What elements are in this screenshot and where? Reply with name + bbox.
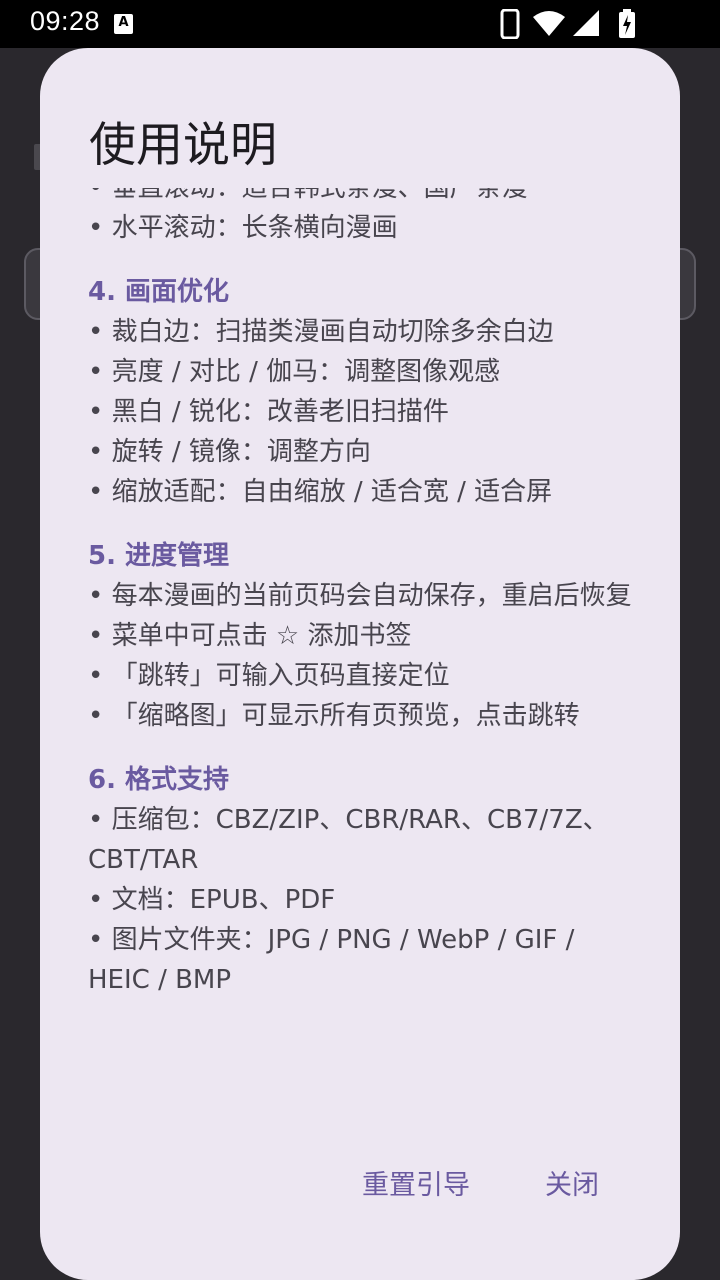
list-item: • 图片文件夹：JPG / PNG / WebP / GIF / HEIC / …	[88, 925, 575, 995]
list-item: • 「跳转」可输入页码直接定位	[88, 661, 450, 691]
list-item: • 旋转 / 镜像：调整方向	[88, 437, 371, 467]
list-item: • 缩放适配：自由缩放 / 适合宽 / 适合屏	[88, 477, 553, 507]
list-item: • 菜单中可点击 ☆ 添加书签	[88, 621, 412, 651]
wifi-icon	[533, 11, 565, 36]
section-heading: 5. 进度管理	[88, 541, 230, 571]
list-item: • 每本漫画的当前页码会自动保存，重启后恢复	[88, 581, 632, 611]
section-image-optimization: 4. 画面优化 • 裁白边：扫描类漫画自动切除多余白边 • 亮度 / 对比 / …	[88, 272, 638, 512]
partial-line: • 垂直滚动：适合韩式条漫、国产条漫	[88, 188, 528, 203]
reset-guide-button[interactable]: 重置引导	[362, 1158, 470, 1214]
list-item: • 文档：EPUB、PDF	[88, 885, 336, 915]
help-dialog: 使用说明 • 垂直滚动：适合韩式条漫、国产条漫 • 水平滚动：长条横向漫画 4.…	[40, 48, 680, 1280]
section-heading: 4. 画面优化	[88, 277, 230, 307]
list-item: • 黑白 / 锐化：改善老旧扫描件	[88, 397, 449, 427]
list-item: • 裁白边：扫描类漫画自动切除多余白边	[88, 317, 554, 347]
dialog-title: 使用说明	[89, 118, 277, 173]
notification-a-icon: A	[114, 14, 133, 34]
list-item: • 亮度 / 对比 / 伽马：调整图像观感	[88, 357, 501, 387]
list-item: • 「缩略图」可显示所有页预览，点击跳转	[88, 701, 580, 731]
status-bar: 09:28 A	[0, 0, 720, 48]
signal-icon	[573, 10, 599, 36]
list-item: • 压缩包：CBZ/ZIP、CBR/RAR、CB7/7Z、CBT/TAR	[88, 805, 609, 875]
list-item: • 水平滚动：长条横向漫画	[88, 213, 398, 243]
section-reading-modes: • 水平滚动：长条横向漫画	[88, 208, 638, 248]
section-progress-management: 5. 进度管理 • 每本漫画的当前页码会自动保存，重启后恢复 • 菜单中可点击 …	[88, 536, 638, 736]
dialog-actions: 重置引导 关闭	[40, 1158, 680, 1214]
status-time: 09:28	[30, 6, 101, 36]
phone-icon	[500, 9, 520, 39]
section-heading: 6. 格式支持	[88, 765, 230, 795]
section-format-support: 6. 格式支持 • 压缩包：CBZ/ZIP、CBR/RAR、CB7/7Z、CBT…	[88, 760, 638, 1000]
dialog-text-body: • 垂直滚动：适合韩式条漫、国产条漫 • 水平滚动：长条横向漫画 4. 画面优化…	[88, 188, 638, 1000]
dialog-scroll-content[interactable]: • 垂直滚动：适合韩式条漫、国产条漫 • 水平滚动：长条横向漫画 4. 画面优化…	[40, 188, 680, 1068]
close-button[interactable]: 关闭	[545, 1158, 599, 1214]
battery-charging-icon	[619, 9, 635, 38]
